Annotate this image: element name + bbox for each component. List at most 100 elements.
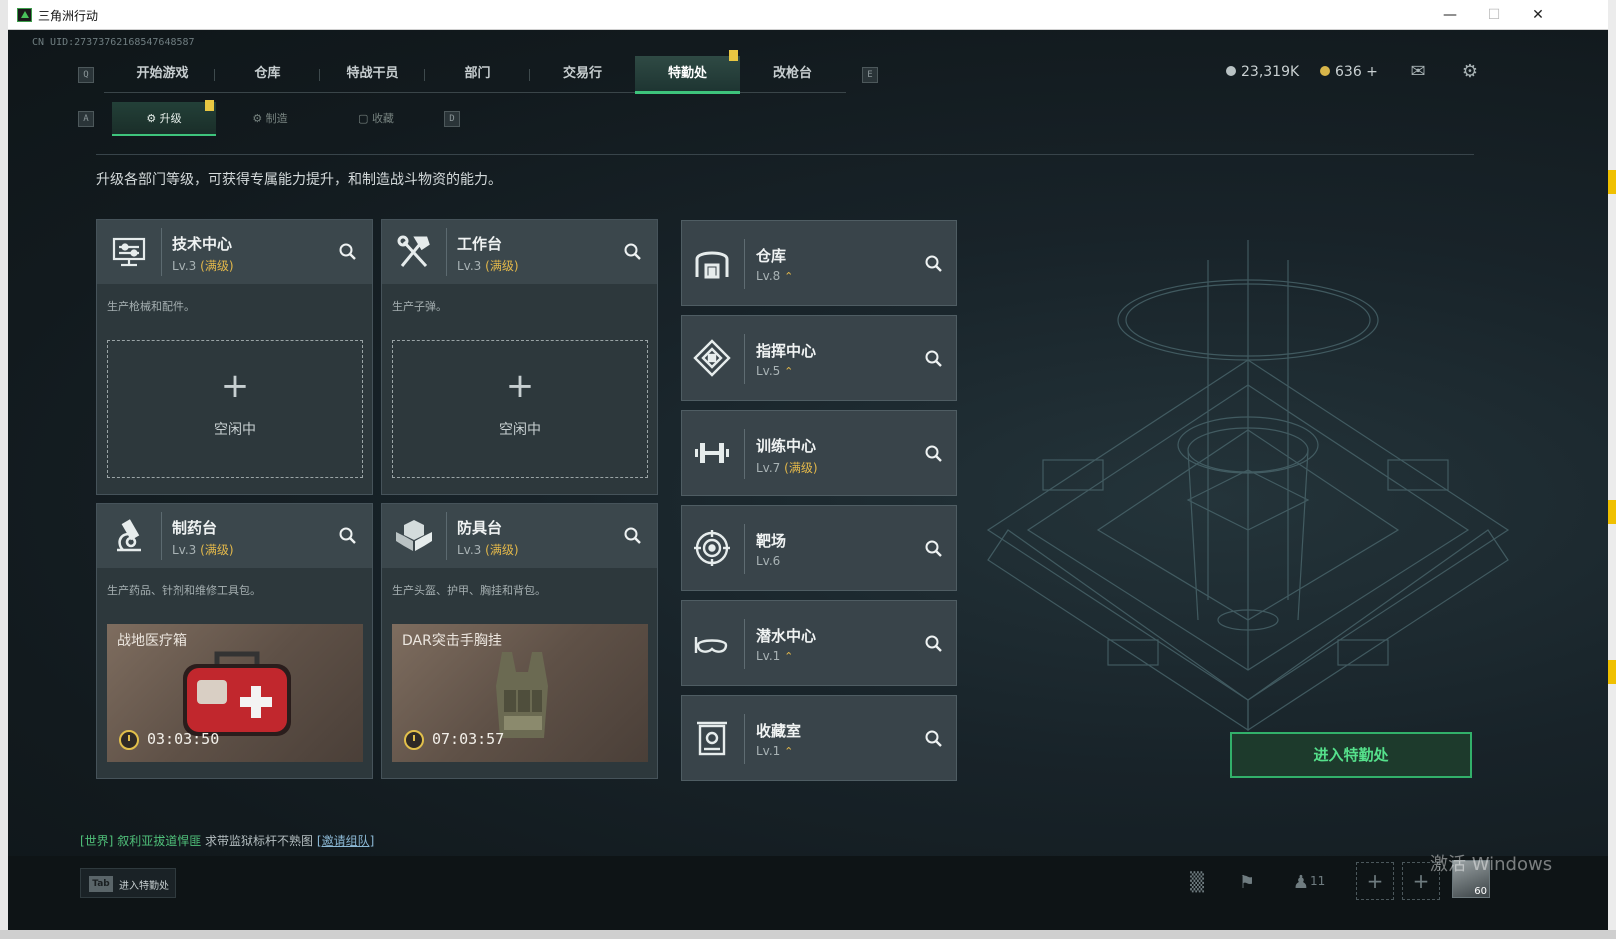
money-display: 23,319K <box>1226 64 1299 80</box>
coins-display[interactable]: 636 + <box>1320 64 1378 80</box>
armor-icon <box>396 520 432 551</box>
workshop-name: 工作台 <box>457 235 503 253</box>
flag-icon[interactable]: ⚑ <box>1234 870 1260 896</box>
facility-level: Lv.1 ⌃ <box>756 744 794 758</box>
facility-name: 收藏室 <box>756 722 802 740</box>
monitor-icon <box>112 237 146 267</box>
close-button[interactable]: ✕ <box>1516 4 1560 26</box>
card-header: 防具台 Lv.3 (满级) <box>382 504 657 568</box>
search-icon[interactable] <box>338 242 358 262</box>
tab-special-ops[interactable]: 特勤处 <box>635 50 740 94</box>
facility-command-center[interactable]: 指挥中心 Lv.5 ⌃ <box>681 315 957 401</box>
subtab-collection[interactable]: ▢ 收藏 <box>324 102 428 136</box>
subtab-craft[interactable]: ⚙ 制造 <box>218 102 322 136</box>
search-icon[interactable] <box>623 526 643 546</box>
shortcut-label: 进入特勤处 <box>119 881 169 892</box>
search-icon[interactable] <box>924 254 944 274</box>
workshop-description: 生产枪械和配件。 <box>107 300 195 313</box>
enter-special-ops-button[interactable]: 进入特勤处 <box>1230 732 1472 778</box>
tab-gunsmith[interactable]: 改枪台 <box>740 56 845 94</box>
maximize-button[interactable]: ☐ <box>1472 4 1516 26</box>
notification-flag-icon <box>729 50 738 61</box>
timer-clock-icon <box>119 730 139 750</box>
divider <box>744 429 745 479</box>
facility-diving-center[interactable]: 潜水中心 Lv.1 ⌃ <box>681 600 957 686</box>
coin-icon <box>1320 66 1330 76</box>
app-logo-icon <box>17 8 32 22</box>
enter-special-ops-shortcut[interactable]: Tab 进入特勤处 <box>80 868 176 898</box>
minimize-button[interactable]: — <box>1428 4 1472 26</box>
search-icon[interactable] <box>623 242 643 262</box>
plus-icon: + <box>505 366 535 406</box>
facility-level: Lv.8 ⌃ <box>756 269 794 283</box>
workshop-name: 防具台 <box>457 519 503 537</box>
search-icon[interactable] <box>338 526 358 546</box>
facility-collection-room[interactable]: 收藏室 Lv.1 ⌃ <box>681 695 957 781</box>
workshop-name: 制药台 <box>172 519 218 537</box>
desktop-edge <box>1608 0 1616 939</box>
facility-training-center[interactable]: 训练中心 Lv.7 (满级) <box>681 410 957 496</box>
bottom-bar: Tab 进入特勤处 ▒ ⚑ ♟ 11 + + 60 <box>8 856 1608 939</box>
tab-key-hint: Tab <box>89 876 113 892</box>
upgrade-available-icon: ⌃ <box>784 650 794 663</box>
chat-text: 求带监狱标杆不熟图 <box>205 834 314 848</box>
facility-name: 靶场 <box>756 532 787 550</box>
facility-name: 指挥中心 <box>756 342 817 360</box>
card-header: 制药台 Lv.3 (满级) <box>97 504 372 568</box>
divider <box>744 714 745 764</box>
chat-sender[interactable]: 叙利亚拔道悍匪 <box>117 834 201 848</box>
facility-warehouse[interactable]: 仓库 Lv.8 ⌃ <box>681 220 957 306</box>
search-icon[interactable] <box>924 539 944 559</box>
workshop-card-pharmacy[interactable]: 制药台 Lv.3 (满级) 生产药品、针剂和维修工具包。 战地医疗箱 03:03… <box>96 503 373 779</box>
stats-chart-icon[interactable]: ▒ <box>1184 870 1210 896</box>
divider <box>161 512 162 560</box>
tab-right-key-hint: E <box>862 67 878 83</box>
workshop-card-tech-center[interactable]: 技术中心 Lv.3 (满级) 生产枪械和配件。 + 空闲中 <box>96 219 373 495</box>
add-teammate-button[interactable]: + <box>1356 862 1394 900</box>
workshop-card-armor[interactable]: 防具台 Lv.3 (满级) 生产头盔、护甲、胸挂和背包。 DAR突击手胸挂 07… <box>381 503 658 779</box>
production-slot[interactable]: DAR突击手胸挂 07:03:57 <box>392 624 648 762</box>
window-titlebar: 三角洲行动 — ☐ ✕ <box>8 0 1608 30</box>
facility-level: Lv.1 ⌃ <box>756 649 794 663</box>
search-icon[interactable] <box>924 729 944 749</box>
production-slot[interactable]: 战地医疗箱 03:03:50 <box>107 624 363 762</box>
tab-trading[interactable]: 交易行 <box>530 56 635 94</box>
game-viewport: CN UID:27373762168547648587 Q 开始游戏 仓库 特战… <box>8 30 1608 939</box>
facility-shooting-range[interactable]: 靶场 Lv.6 <box>681 505 957 591</box>
production-timer: 07:03:57 <box>432 730 505 748</box>
production-timer: 03:03:50 <box>147 730 220 748</box>
facility-level: Lv.6 <box>756 554 781 568</box>
divider <box>161 228 162 276</box>
workshop-card-workbench[interactable]: 工作台 Lv.3 (满级) 生产子弹。 + 空闲中 <box>381 219 658 495</box>
command-icon <box>693 339 731 377</box>
tab-department[interactable]: 部门 <box>425 56 530 94</box>
chat-message: [世界] 叙利亚拔道悍匪 求带监狱标杆不熟图 [邀请组队] <box>80 832 374 849</box>
facility-name: 仓库 <box>756 247 787 265</box>
search-icon[interactable] <box>924 349 944 369</box>
page-description: 升级各部门等级，可获得专属能力提升，和制造战斗物资的能力。 <box>96 172 502 188</box>
search-icon[interactable] <box>924 444 944 464</box>
idle-slot[interactable]: + 空闲中 <box>107 340 363 478</box>
workshop-name: 技术中心 <box>172 235 233 253</box>
invite-team-link[interactable]: [邀请组队] <box>317 834 374 848</box>
workshop-description: 生产头盔、护甲、胸挂和背包。 <box>392 584 546 597</box>
taskbar-strip <box>0 930 1616 939</box>
subtab-left-key-hint: A <box>78 111 94 127</box>
friends-count: 11 <box>1310 874 1326 888</box>
search-icon[interactable] <box>924 634 944 654</box>
facility-name: 训练中心 <box>756 437 817 455</box>
workshop-description: 生产子弹。 <box>392 300 447 313</box>
workshop-description: 生产药品、针剂和维修工具包。 <box>107 584 261 597</box>
subtab-upgrade[interactable]: ⚙ 升级 <box>112 100 216 136</box>
tab-left-key-hint: Q <box>78 67 94 83</box>
divider <box>744 619 745 669</box>
tab-warehouse[interactable]: 仓库 <box>215 56 320 94</box>
divider <box>744 334 745 384</box>
tab-operators[interactable]: 特战干员 <box>320 56 425 94</box>
mail-icon[interactable]: ✉ <box>1406 62 1430 82</box>
chat-channel: [世界] <box>80 834 114 848</box>
idle-slot[interactable]: + 空闲中 <box>392 340 648 478</box>
tab-start-game[interactable]: 开始游戏 <box>110 56 215 94</box>
facility-level: Lv.7 (满级) <box>756 461 818 475</box>
settings-gear-icon[interactable]: ⚙ <box>1458 62 1482 82</box>
